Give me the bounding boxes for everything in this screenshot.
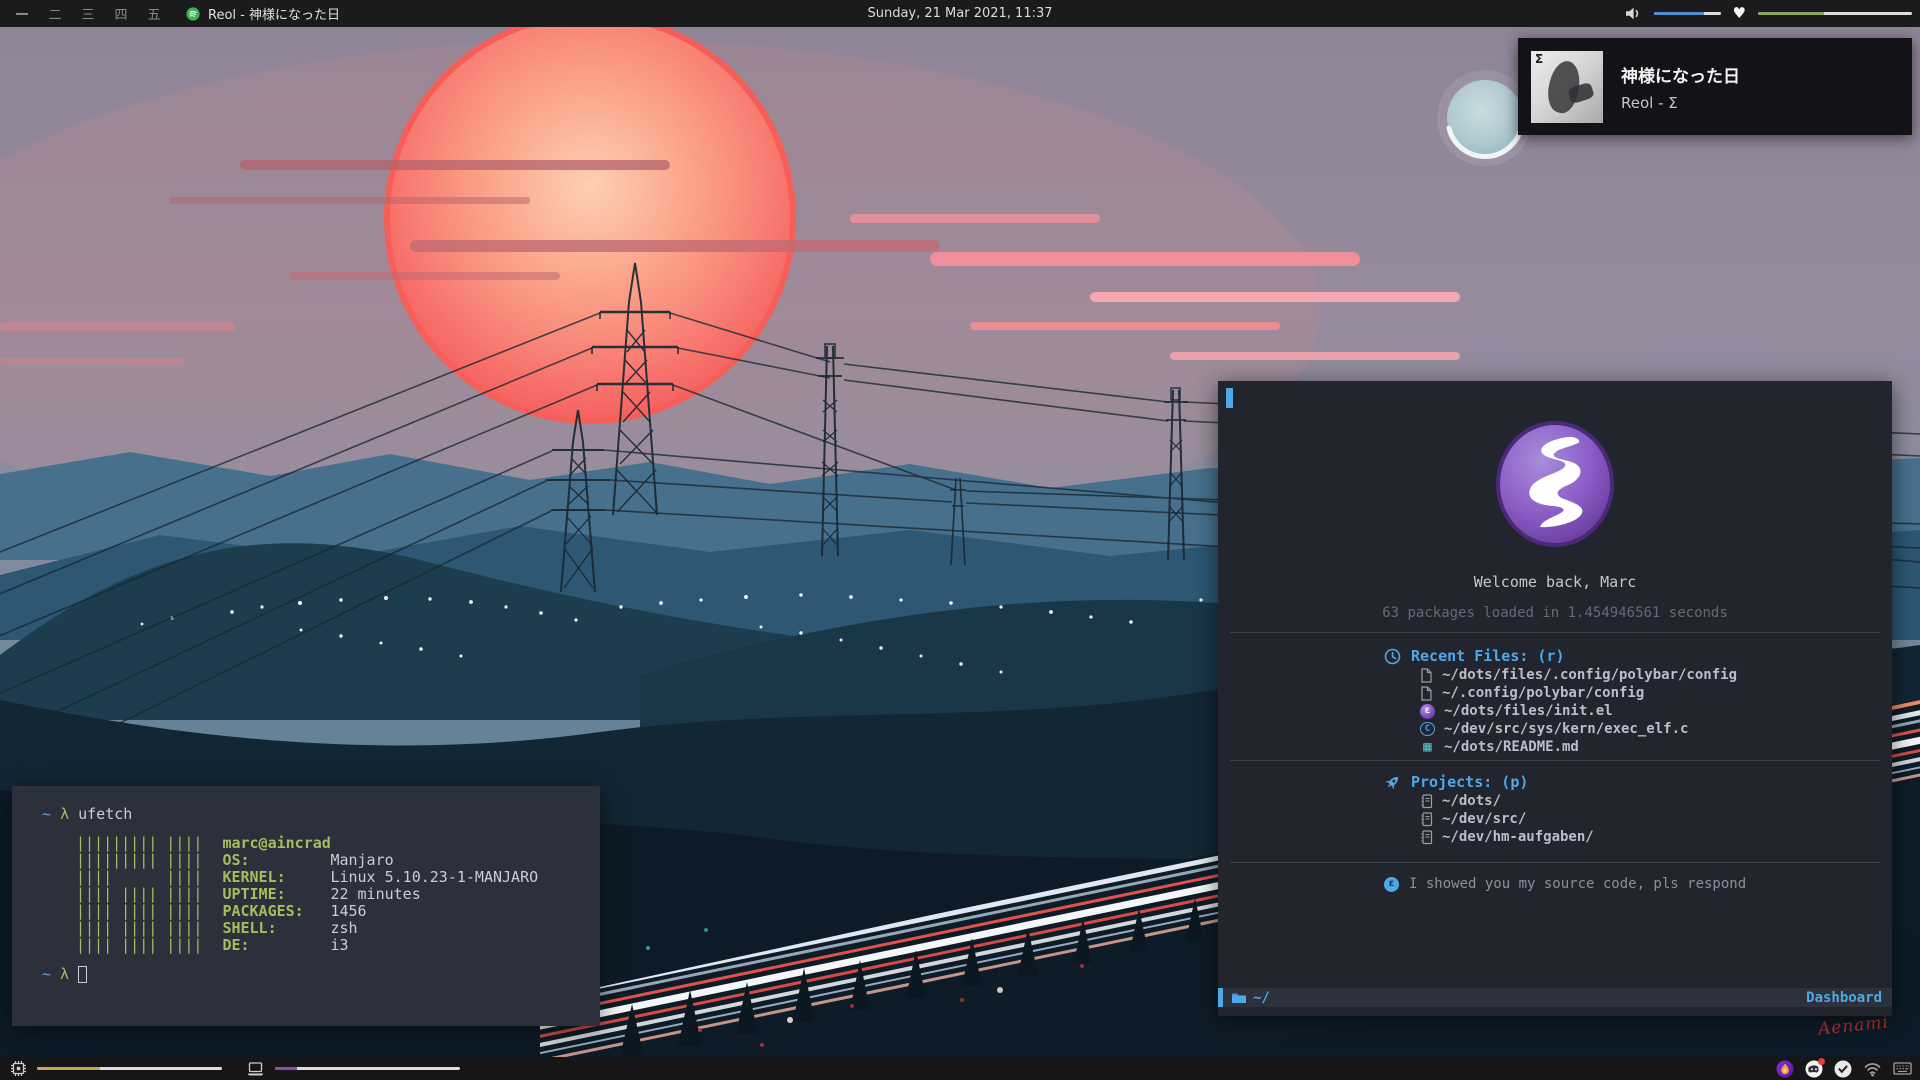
laptop-icon [246,1062,265,1076]
keyboard-tray-icon[interactable] [1893,1062,1912,1075]
cpu-icon [10,1060,27,1077]
prompt-symbol: λ [60,805,69,823]
check-tray-icon[interactable] [1834,1060,1852,1078]
separator [1230,760,1880,761]
host-line: marc@aincrad [222,835,538,852]
prompt-path: ~ [42,805,51,823]
recent-file-row[interactable]: ~/dots/files/.config/polybar/config [1420,666,1892,684]
recent-file-row[interactable]: ~/.config/polybar/config [1420,684,1892,702]
emacs-window[interactable]: Welcome back, Marc 63 packages loaded in… [1218,381,1892,1016]
separator [1230,862,1880,863]
folder-icon [1231,991,1247,1004]
ufetch-output: marc@aincrad OS:Manjaro KERNEL:Linux 5.1… [222,835,538,954]
separator [1230,632,1880,633]
recent-file-row[interactable]: ▦ ~/dots/README.md [1420,738,1892,756]
workspace-4[interactable]: 四 [113,4,129,23]
favorite-slider[interactable] [1758,12,1912,15]
project-row[interactable]: ~/dev/hm-aufgaben/ [1420,828,1892,846]
active-tab-marker [1226,388,1233,408]
emacs-logo [1494,419,1616,549]
modeline: ~/ Dashboard [1218,988,1892,1007]
workspace-3[interactable]: 三 [80,4,96,23]
album-sigma-label: Σ [1535,52,1543,66]
spotify-icon [186,7,200,21]
wifi-tray-icon[interactable] [1863,1060,1882,1077]
top-bar: 一 二 三 四 五 Reol - 神様になった日 Sunday, 21 Mar … [0,0,1920,27]
repo-icon [1420,830,1433,845]
now-playing[interactable]: Reol - 神様になった日 [186,4,340,23]
volume-slider[interactable] [1654,12,1721,15]
welcome-message: Welcome back, Marc [1218,573,1892,591]
desktop: Aenami 一 二 三 四 五 Reol - 神様になった日 Sunday, … [0,0,1920,1080]
file-icon [1420,668,1433,683]
modeline-path: ~/ [1253,990,1270,1006]
music-notification[interactable]: Σ 神様になった日 Reol - Σ [1518,38,1912,135]
terminal-cursor[interactable] [78,966,87,983]
discord-notification-badge [1818,1058,1825,1065]
flame-tray-icon[interactable] [1776,1060,1794,1078]
workspace-2[interactable]: 二 [47,4,63,23]
c-lang-icon: C [1420,722,1435,736]
discord-tray-icon[interactable] [1805,1060,1823,1078]
markdown-icon: ▦ [1420,738,1435,756]
notification-artist: Reol - Σ [1621,94,1740,112]
projects-header: Projects: (p) [1411,773,1528,792]
manjaro-ascii-logo: ||||||||| |||| ||||||||| |||| |||| |||| … [76,835,202,954]
repo-icon [1420,812,1433,827]
recent-file-row[interactable]: ε ~/dots/files/init.el [1420,702,1892,720]
cpu-slider[interactable] [37,1067,222,1070]
project-row[interactable]: ~/dots/ [1420,792,1892,810]
workspace-switcher: 一 二 三 四 五 [0,4,162,23]
recent-files-header: Recent Files: (r) [1411,647,1565,666]
backlight-slider[interactable] [275,1067,460,1070]
workspace-1[interactable]: 一 [14,4,30,23]
bottom-bar [0,1057,1920,1080]
notification-title: 神様になった日 [1621,62,1740,87]
file-icon [1420,686,1433,701]
history-icon [1384,648,1401,665]
terminal-window[interactable]: ~ λ ufetch ||||||||| |||| ||||||||| ||||… [12,786,600,1026]
project-row[interactable]: ~/dev/src/ [1420,810,1892,828]
modeline-buffer-name: Dashboard [1806,990,1882,1006]
modeline-accent-bar [1218,988,1223,1007]
rocket-icon [1384,774,1401,791]
workspace-5[interactable]: 五 [146,4,162,23]
load-info: 63 packages loaded in 1.454946561 second… [1218,605,1892,622]
album-art: Σ [1531,51,1603,123]
now-playing-title: Reol - 神様になった日 [208,4,340,23]
command-text: ufetch [78,805,132,823]
heart-icon: ♥ [1733,6,1746,21]
footer-message: I showed you my source code, pls respond [1409,875,1746,893]
emacs-chat-icon: ε [1384,877,1399,892]
recent-file-row[interactable]: C ~/dev/src/sys/kern/exec_elf.c [1420,720,1892,738]
system-tray [1776,1060,1920,1078]
repo-icon [1420,794,1433,809]
emacs-icon: ε [1420,704,1435,719]
volume-icon[interactable] [1626,7,1642,20]
